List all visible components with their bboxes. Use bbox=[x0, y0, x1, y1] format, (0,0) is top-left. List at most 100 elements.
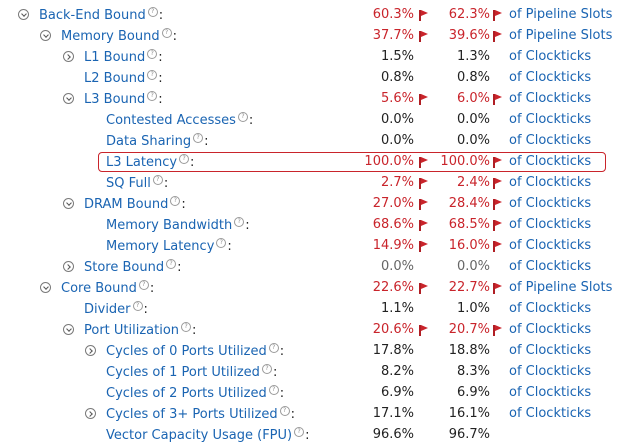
metric-name[interactable]: Cycles of 3+ Ports Utilized bbox=[106, 407, 278, 422]
metric-row[interactable]: Cycles of 3+ Ports Utilized?: 17.1% 16.1% o… bbox=[0, 405, 634, 426]
label-colon: : bbox=[305, 428, 310, 443]
help-icon[interactable]: ? bbox=[234, 217, 245, 227]
metric-name[interactable]: L2 Bound bbox=[84, 71, 145, 86]
metric-row[interactable]: L3 Bound?: 5.6% 6.0% of Clockticks bbox=[0, 90, 634, 111]
help-icon[interactable]: ? bbox=[147, 49, 158, 59]
metric-row[interactable]: Vector Capacity Usage (FPU)?: 96.6% 96.7% bbox=[0, 426, 634, 447]
help-icon[interactable]: ? bbox=[268, 343, 279, 353]
metric-row[interactable]: Store Bound?: 0.0% 0.0% of Clockticks bbox=[0, 258, 634, 279]
help-icon[interactable]: ? bbox=[161, 28, 172, 38]
metric-row[interactable]: SQ Full?: 2.7% 2.4% of Clockticks bbox=[0, 174, 634, 195]
metric-unit-link[interactable]: of Clockticks bbox=[509, 154, 591, 169]
metric-row[interactable]: L2 Bound?: 0.8% 0.8% of Clockticks bbox=[0, 69, 634, 90]
metric-value-2: 1.3% bbox=[456, 49, 490, 64]
metric-unit-link[interactable]: of Clockticks bbox=[509, 385, 591, 400]
chevron-right-icon[interactable] bbox=[85, 345, 96, 356]
metric-unit-link[interactable]: of Clockticks bbox=[509, 259, 591, 274]
metric-name[interactable]: Memory Latency bbox=[106, 239, 214, 254]
metric-name[interactable]: Back-End Bound bbox=[39, 8, 146, 23]
metric-name[interactable]: Vector Capacity Usage (FPU) bbox=[106, 428, 292, 443]
help-icon[interactable]: ? bbox=[147, 7, 158, 17]
label-colon: : bbox=[204, 134, 209, 149]
help-icon[interactable]: ? bbox=[261, 364, 272, 374]
metric-name[interactable]: Cycles of 1 Port Utilized bbox=[106, 365, 260, 380]
metric-unit-link[interactable]: of Clockticks bbox=[509, 301, 591, 316]
help-icon[interactable]: ? bbox=[216, 238, 227, 248]
metric-name[interactable]: Store Bound bbox=[84, 260, 164, 275]
metric-row[interactable]: Core Bound?: 22.6% 22.7% of Pipeline Slots bbox=[0, 279, 634, 300]
help-icon[interactable]: ? bbox=[132, 301, 143, 311]
chevron-right-icon[interactable] bbox=[85, 408, 96, 419]
metric-unit-link[interactable]: of Clockticks bbox=[509, 70, 591, 85]
metric-unit-link[interactable]: of Clockticks bbox=[509, 112, 591, 127]
metric-unit-link[interactable]: of Pipeline Slots bbox=[509, 28, 612, 43]
metric-name[interactable]: Core Bound bbox=[61, 281, 137, 296]
metric-unit-link[interactable]: of Clockticks bbox=[509, 91, 591, 106]
metric-name[interactable]: L1 Bound bbox=[84, 50, 145, 65]
help-icon[interactable]: ? bbox=[166, 259, 177, 269]
metric-row[interactable]: Port Utilization?: 20.6% 20.7% of Clocktick… bbox=[0, 321, 634, 342]
metric-row[interactable]: Memory Latency?: 14.9% 16.0% of Clockticks bbox=[0, 237, 634, 258]
metric-name[interactable]: Cycles of 0 Ports Utilized bbox=[106, 344, 267, 359]
metric-row[interactable]: Memory Bound?: 37.7% 39.6% of Pipeline Slot… bbox=[0, 27, 634, 48]
metric-row[interactable]: L3 Latency?: 100.0% 100.0% of Clockticks bbox=[0, 152, 634, 174]
metric-row[interactable]: DRAM Bound?: 27.0% 28.4% of Clockticks bbox=[0, 195, 634, 216]
metric-unit-link[interactable]: of Clockticks bbox=[509, 217, 591, 232]
metric-name[interactable]: DRAM Bound bbox=[84, 197, 168, 212]
help-icon[interactable]: ? bbox=[147, 70, 158, 80]
metric-row[interactable]: Divider?: 1.1% 1.0% of Clockticks bbox=[0, 300, 634, 321]
help-icon[interactable]: ? bbox=[181, 322, 192, 332]
metric-unit-link[interactable]: of Clockticks bbox=[509, 406, 591, 421]
chevron-right-icon[interactable] bbox=[63, 261, 74, 272]
help-icon[interactable]: ? bbox=[193, 133, 204, 143]
metric-label: SQ Full?: bbox=[106, 175, 168, 191]
metric-name[interactable]: Data Sharing bbox=[106, 134, 191, 149]
metric-unit-link[interactable]: of Clockticks bbox=[509, 196, 591, 211]
help-icon[interactable]: ? bbox=[147, 91, 158, 101]
metric-name[interactable]: Contested Accesses bbox=[106, 113, 236, 128]
chevron-down-icon[interactable] bbox=[63, 324, 74, 335]
metric-row[interactable]: Back-End Bound?: 60.3% 62.3% of Pipeline Sl… bbox=[0, 6, 634, 27]
chevron-down-icon[interactable] bbox=[18, 9, 29, 20]
metric-row[interactable]: Cycles of 2 Ports Utilized?: 6.9% 6.9% of C… bbox=[0, 384, 634, 405]
help-icon[interactable]: ? bbox=[170, 196, 181, 206]
metric-name[interactable]: Port Utilization bbox=[84, 323, 179, 338]
metric-unit-link[interactable]: of Clockticks bbox=[509, 133, 591, 148]
metric-unit-link[interactable]: of Clockticks bbox=[509, 322, 591, 337]
chevron-down-icon[interactable] bbox=[40, 282, 51, 293]
metric-unit-link[interactable]: of Clockticks bbox=[509, 238, 591, 253]
chevron-right-icon[interactable] bbox=[63, 51, 74, 62]
metric-row[interactable]: L1 Bound?: 1.5% 1.3% of Clockticks bbox=[0, 48, 634, 69]
help-icon[interactable]: ? bbox=[152, 175, 163, 185]
metric-name[interactable]: Cycles of 2 Ports Utilized bbox=[106, 386, 267, 401]
metric-name[interactable]: Memory Bound bbox=[61, 29, 160, 44]
metric-name[interactable]: Divider bbox=[84, 302, 131, 317]
metric-row[interactable]: Memory Bandwidth?: 68.6% 68.5% of Clocktick… bbox=[0, 216, 634, 237]
metric-unit-link[interactable]: of Clockticks bbox=[509, 175, 591, 190]
help-icon[interactable]: ? bbox=[237, 112, 248, 122]
help-icon[interactable]: ? bbox=[138, 280, 149, 290]
metric-label: Back-End Bound?: bbox=[39, 7, 163, 23]
metric-row[interactable]: Cycles of 0 Ports Utilized?: 17.8% 18.8% of… bbox=[0, 342, 634, 363]
help-icon[interactable]: ? bbox=[179, 154, 190, 164]
metric-row[interactable]: Data Sharing?: 0.0% 0.0% of Clockticks bbox=[0, 132, 634, 153]
chevron-down-icon[interactable] bbox=[63, 198, 74, 209]
label-colon: : bbox=[143, 302, 148, 317]
metric-unit-link[interactable]: of Clockticks bbox=[509, 343, 591, 358]
metric-name[interactable]: SQ Full bbox=[106, 176, 151, 191]
chevron-down-icon[interactable] bbox=[40, 30, 51, 41]
metric-name[interactable]: L3 Bound bbox=[84, 92, 145, 107]
metric-row[interactable]: Contested Accesses?: 0.0% 0.0% of Clocktick… bbox=[0, 111, 634, 132]
metric-row[interactable]: Cycles of 1 Port Utilized?: 8.2% 8.3% of Cl… bbox=[0, 363, 634, 384]
help-icon[interactable]: ? bbox=[268, 385, 279, 395]
chevron-down-icon[interactable] bbox=[63, 93, 74, 104]
help-icon[interactable]: ? bbox=[279, 406, 290, 416]
label-colon: : bbox=[158, 8, 164, 23]
help-icon[interactable]: ? bbox=[294, 427, 305, 437]
metric-unit-link[interactable]: of Pipeline Slots bbox=[509, 7, 612, 22]
metric-name[interactable]: L3 Latency bbox=[106, 155, 177, 170]
metric-unit-link[interactable]: of Clockticks bbox=[509, 364, 591, 379]
metric-name[interactable]: Memory Bandwidth bbox=[106, 218, 232, 233]
metric-unit-link[interactable]: of Clockticks bbox=[509, 49, 591, 64]
metric-unit-link[interactable]: of Pipeline Slots bbox=[509, 280, 612, 295]
